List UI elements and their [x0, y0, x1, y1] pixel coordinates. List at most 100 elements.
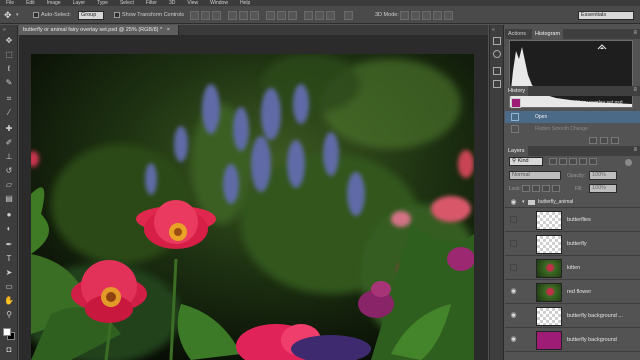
brush-tool-icon[interactable]: ✐ [4, 138, 14, 148]
panel-menu-icon[interactable]: ≡ [633, 87, 637, 93]
tab-histogram[interactable]: Histogram [532, 29, 564, 39]
layer-row[interactable]: ◉ butterfly background [505, 329, 640, 352]
history-panel-icon[interactable] [493, 37, 501, 45]
close-icon[interactable]: × [167, 27, 170, 33]
gradient-icon[interactable]: ▤ [4, 194, 14, 204]
healing-brush-icon[interactable]: ✚ [4, 124, 14, 134]
distribute-center-button[interactable] [315, 11, 324, 20]
layer-group-row[interactable]: ◉ ▾ butterfly_animal [505, 197, 640, 208]
lock-label: Lock: [509, 186, 521, 192]
eye-icon[interactable] [510, 264, 517, 271]
lock-pixels-button[interactable] [532, 185, 540, 192]
type-tool-icon[interactable]: T [4, 254, 14, 264]
auto-select-dropdown[interactable]: Group [78, 11, 104, 20]
foreground-color-swatch[interactable] [3, 328, 11, 336]
3d-roll-button[interactable] [411, 11, 420, 20]
document-canvas[interactable] [31, 54, 474, 360]
align-left-button[interactable] [228, 11, 237, 20]
3d-scale-button[interactable] [444, 11, 453, 20]
pen-tool-icon[interactable]: ✒ [4, 240, 14, 250]
eye-icon[interactable]: ◉ [510, 288, 517, 295]
path-select-icon[interactable]: ➤ [4, 268, 14, 278]
marquee-tool-icon[interactable]: ⬚ [4, 50, 14, 60]
distribute-middle-button[interactable] [277, 11, 286, 20]
eye-icon[interactable] [510, 216, 517, 223]
lock-all-button[interactable] [552, 185, 560, 192]
3d-slide-button[interactable] [433, 11, 442, 20]
filter-type-button[interactable] [569, 158, 577, 165]
eye-icon[interactable]: ◉ [510, 336, 517, 343]
layer-row[interactable]: butterflies [505, 209, 640, 232]
workspace-dropdown[interactable]: Essentials [578, 11, 634, 20]
history-snapshot[interactable]: butterfly or animal fairy overlay set.ps… [505, 97, 640, 109]
align-center-button[interactable] [239, 11, 248, 20]
filter-shape-button[interactable] [579, 158, 587, 165]
eyedropper-icon[interactable]: ⁄ [4, 108, 14, 118]
eye-icon[interactable]: ◉ [510, 312, 517, 319]
history-item[interactable]: Flatten Smooth Change [505, 123, 640, 135]
align-top-button[interactable] [190, 11, 199, 20]
layer-name: kitten [567, 265, 581, 271]
crop-tool-icon[interactable]: ⌗ [4, 94, 14, 104]
blend-mode-dropdown[interactable]: Normal [509, 171, 561, 180]
quick-mask-icon[interactable]: ◘ [4, 345, 14, 355]
eraser-icon[interactable]: ▱ [4, 180, 14, 190]
eye-icon[interactable]: ◉ [510, 199, 517, 206]
hand-tool-icon[interactable]: ✋ [4, 296, 14, 306]
distribute-bottom-button[interactable] [288, 11, 297, 20]
quick-select-icon[interactable]: ✎ [4, 78, 14, 88]
auto-align-button[interactable] [344, 11, 353, 20]
shape-tool-icon[interactable]: ▭ [4, 282, 14, 292]
tab-layers[interactable]: Layers [505, 146, 528, 156]
align-middle-button[interactable] [201, 11, 210, 20]
document-tab[interactable]: butterfly or animal fairy overlay set.ps… [19, 25, 179, 35]
lock-position-button[interactable] [542, 185, 550, 192]
lock-transparent-button[interactable] [522, 185, 530, 192]
move-tool-icon[interactable]: ✥ [4, 10, 14, 20]
eye-icon[interactable] [510, 240, 517, 247]
layer-row[interactable]: butterfly [505, 233, 640, 256]
align-right-button[interactable] [250, 11, 259, 20]
distribute-right-button[interactable] [326, 11, 335, 20]
filter-adjustment-button[interactable] [559, 158, 567, 165]
distribute-left-button[interactable] [304, 11, 313, 20]
show-transform-checkbox[interactable] [114, 12, 120, 18]
tools-panel: » ✥ ⬚ ℓ ✎ ⌗ ⁄ ✚ ✐ ⊥ ↺ ▱ ▤ ● ◐ ✒ T ➤ ▭ ✋ … [0, 25, 18, 360]
distribute-top-button[interactable] [266, 11, 275, 20]
layer-row[interactable]: ◉ butterfly background ... [505, 305, 640, 328]
blur-icon[interactable]: ● [4, 210, 14, 220]
opacity-field[interactable]: 100% [589, 171, 617, 180]
history-item[interactable]: Open [505, 111, 640, 123]
chevron-down-icon[interactable]: ▾ [522, 199, 525, 205]
tools-panel-collapse[interactable]: » [3, 27, 15, 33]
history-new-doc-button[interactable] [589, 137, 597, 144]
panel-collapse-icon[interactable]: « [492, 27, 502, 33]
tab-history[interactable]: History [505, 86, 529, 96]
3d-drag-button[interactable] [422, 11, 431, 20]
fill-field[interactable]: 100% [589, 184, 617, 193]
zoom-tool-icon[interactable]: ⚲ [4, 310, 14, 320]
panel-menu-icon[interactable]: ≡ [633, 147, 637, 153]
filter-pixel-button[interactable] [549, 158, 557, 165]
lasso-tool-icon[interactable]: ℓ [4, 64, 14, 74]
actions-panel-icon[interactable] [493, 50, 501, 58]
history-brush-icon[interactable]: ↺ [4, 166, 14, 176]
tool-preset-dropdown[interactable]: ▾ [16, 12, 21, 18]
history-delete-button[interactable] [611, 137, 619, 144]
filter-toggle-icon[interactable] [625, 159, 632, 166]
layer-filter-kind-dropdown[interactable]: ⚲ Kind [509, 157, 543, 166]
clone-stamp-icon[interactable]: ⊥ [4, 152, 14, 162]
history-snapshot-button[interactable] [600, 137, 608, 144]
properties-panel-icon[interactable] [493, 67, 501, 75]
info-panel-icon[interactable] [493, 80, 501, 88]
tab-actions[interactable]: Actions [505, 29, 529, 39]
3d-rotate-button[interactable] [400, 11, 409, 20]
align-bottom-button[interactable] [212, 11, 221, 20]
move-tool-icon[interactable]: ✥ [4, 36, 14, 46]
layer-row[interactable]: kitten [505, 257, 640, 280]
layer-row[interactable]: ◉ red flower [505, 281, 640, 304]
dodge-icon[interactable]: ◐ [4, 224, 14, 234]
filter-smart-object-button[interactable] [589, 158, 597, 165]
panel-menu-icon[interactable]: ≡ [633, 30, 637, 36]
auto-select-checkbox[interactable] [33, 12, 39, 18]
